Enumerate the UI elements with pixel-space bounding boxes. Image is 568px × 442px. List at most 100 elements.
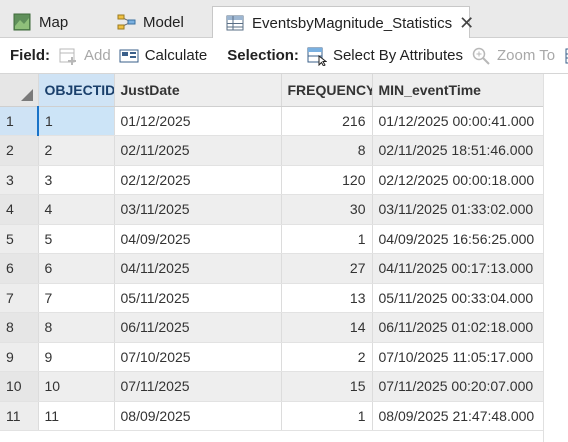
cell-justdate[interactable]: 03/11/2025: [114, 194, 282, 225]
cell-frequency[interactable]: 14: [281, 312, 373, 343]
zoom-to-label: Zoom To: [497, 47, 556, 64]
table-row[interactable]: 10 10 07/11/2025 15 07/11/2025 00:20:07.…: [0, 371, 544, 402]
add-field-label: Add: [84, 47, 111, 64]
model-icon: [116, 12, 136, 32]
cell-objectid[interactable]: 2: [38, 135, 115, 166]
column-header-min-eventtime[interactable]: MIN_eventTime: [372, 74, 544, 107]
cell-frequency[interactable]: 2: [281, 342, 373, 372]
switch-selection-icon: [563, 46, 568, 66]
table-row[interactable]: 4 4 03/11/2025 30 03/11/2025 01:33:02.00…: [0, 194, 544, 225]
cell-justdate[interactable]: 04/11/2025: [114, 253, 282, 284]
cell-frequency[interactable]: 13: [281, 283, 373, 313]
selection-label: Selection:: [227, 47, 299, 64]
cell-min-eventtime[interactable]: 06/11/2025 01:02:18.000: [372, 312, 544, 343]
cell-frequency[interactable]: 27: [281, 253, 373, 284]
cell-min-eventtime[interactable]: 02/11/2025 18:51:46.000: [372, 135, 544, 166]
table-icon: [225, 13, 245, 33]
cell-frequency[interactable]: 216: [281, 106, 373, 136]
cell-min-eventtime[interactable]: 07/11/2025 00:20:07.000: [372, 371, 544, 402]
cell-justdate[interactable]: 07/11/2025: [114, 371, 282, 402]
row-number[interactable]: 9: [0, 342, 39, 372]
tab-map[interactable]: Map: [0, 6, 100, 38]
table-row[interactable]: 11 11 08/09/2025 1 08/09/2025 21:47:48.0…: [0, 401, 544, 431]
column-header-objectid[interactable]: OBJECTID: [38, 74, 115, 107]
calculator-icon: [119, 46, 139, 66]
table-row[interactable]: 6 6 04/11/2025 27 04/11/2025 00:17:13.00…: [0, 253, 544, 284]
row-number[interactable]: 5: [0, 224, 39, 254]
cell-justdate[interactable]: 08/09/2025: [114, 401, 282, 431]
cell-frequency[interactable]: 15: [281, 371, 373, 402]
switch-selection-button[interactable]: [563, 46, 568, 66]
grid-empty-area: [543, 74, 568, 442]
tab-active-label: EventsbyMagnitude_Statistics: [252, 14, 453, 32]
row-number[interactable]: 6: [0, 253, 39, 284]
table-toolbar: Field: Add Calculate Selection: Select B…: [0, 38, 568, 74]
cell-frequency[interactable]: 30: [281, 194, 373, 225]
table-row[interactable]: 9 9 07/10/2025 2 07/10/2025 11:05:17.000: [0, 342, 544, 372]
attribute-table-grid: OBJECTID JustDate FREQUENCY MIN_eventTim…: [0, 74, 544, 431]
cell-min-eventtime[interactable]: 04/09/2025 16:56:25.000: [372, 224, 544, 254]
cell-justdate[interactable]: 06/11/2025: [114, 312, 282, 343]
table-row[interactable]: 8 8 06/11/2025 14 06/11/2025 01:02:18.00…: [0, 312, 544, 343]
cell-justdate[interactable]: 02/11/2025: [114, 135, 282, 166]
add-field-button[interactable]: Add: [58, 46, 111, 66]
cell-min-eventtime[interactable]: 05/11/2025 00:33:04.000: [372, 283, 544, 313]
table-row[interactable]: 1 1 01/12/2025 216 01/12/2025 00:00:41.0…: [0, 106, 544, 136]
header-row: OBJECTID JustDate FREQUENCY MIN_eventTim…: [0, 74, 544, 107]
select-by-attributes-icon: [307, 46, 328, 67]
cell-objectid[interactable]: 7: [38, 283, 115, 313]
table-row[interactable]: 5 5 04/09/2025 1 04/09/2025 16:56:25.000: [0, 224, 544, 254]
row-number[interactable]: 11: [0, 401, 39, 431]
row-number[interactable]: 10: [0, 371, 39, 402]
cell-justdate[interactable]: 07/10/2025: [114, 342, 282, 372]
close-icon[interactable]: ✕: [459, 14, 474, 32]
select-by-attributes-label: Select By Attributes: [332, 47, 464, 64]
select-all-corner[interactable]: [0, 74, 39, 107]
calculate-field-button[interactable]: Calculate: [119, 46, 208, 66]
row-number[interactable]: 1: [0, 106, 39, 136]
table-row[interactable]: 7 7 05/11/2025 13 05/11/2025 00:33:04.00…: [0, 283, 544, 313]
cell-frequency[interactable]: 1: [281, 224, 373, 254]
cell-justdate[interactable]: 01/12/2025: [114, 106, 282, 136]
select-by-attributes-button[interactable]: Select By Attributes: [307, 46, 464, 67]
tab-bar: Map Model EventsbyMagnitude_Statistics ✕: [0, 0, 568, 39]
calculate-label: Calculate: [144, 47, 208, 64]
field-label: Field:: [10, 47, 50, 64]
cell-objectid[interactable]: 6: [38, 253, 115, 284]
cell-min-eventtime[interactable]: 02/12/2025 00:00:18.000: [372, 165, 544, 195]
cell-objectid[interactable]: 3: [38, 165, 115, 195]
cell-frequency[interactable]: 8: [281, 135, 373, 166]
cell-objectid[interactable]: 9: [38, 342, 115, 372]
row-number[interactable]: 4: [0, 194, 39, 225]
cell-frequency[interactable]: 120: [281, 165, 373, 195]
cell-objectid[interactable]: 1: [37, 106, 115, 136]
tab-eventsbymagnitude-statistics[interactable]: EventsbyMagnitude_Statistics ✕: [212, 6, 474, 39]
cell-objectid[interactable]: 11: [38, 401, 115, 431]
cell-justdate[interactable]: 04/09/2025: [114, 224, 282, 254]
cell-min-eventtime[interactable]: 03/11/2025 01:33:02.000: [372, 194, 544, 225]
row-number[interactable]: 8: [0, 312, 39, 343]
cell-justdate[interactable]: 02/12/2025: [114, 165, 282, 195]
cell-min-eventtime[interactable]: 01/12/2025 00:00:41.000: [372, 106, 544, 136]
cell-objectid[interactable]: 8: [38, 312, 115, 343]
row-number[interactable]: 7: [0, 283, 39, 313]
cell-min-eventtime[interactable]: 07/10/2025 11:05:17.000: [372, 342, 544, 372]
tab-model[interactable]: Model: [104, 6, 210, 38]
column-header-justdate[interactable]: JustDate: [114, 74, 282, 107]
table-row[interactable]: 2 2 02/11/2025 8 02/11/2025 18:51:46.000: [0, 135, 544, 166]
cell-justdate[interactable]: 05/11/2025: [114, 283, 282, 313]
cell-objectid[interactable]: 5: [38, 224, 115, 254]
cell-objectid[interactable]: 4: [38, 194, 115, 225]
cell-objectid[interactable]: 10: [38, 371, 115, 402]
column-header-frequency[interactable]: FREQUENCY: [281, 74, 373, 107]
cell-frequency[interactable]: 1: [281, 401, 373, 431]
map-icon: [12, 12, 32, 32]
row-number[interactable]: 3: [0, 165, 39, 195]
table-row[interactable]: 3 3 02/12/2025 120 02/12/2025 00:00:18.0…: [0, 165, 544, 195]
zoom-to-button[interactable]: Zoom To: [471, 46, 555, 66]
cell-min-eventtime[interactable]: 08/09/2025 21:47:48.000: [372, 401, 544, 431]
cell-min-eventtime[interactable]: 04/11/2025 00:17:13.000: [372, 253, 544, 284]
tab-map-label: Map: [39, 13, 69, 31]
row-number[interactable]: 2: [0, 135, 39, 166]
zoom-to-icon: [471, 46, 491, 66]
